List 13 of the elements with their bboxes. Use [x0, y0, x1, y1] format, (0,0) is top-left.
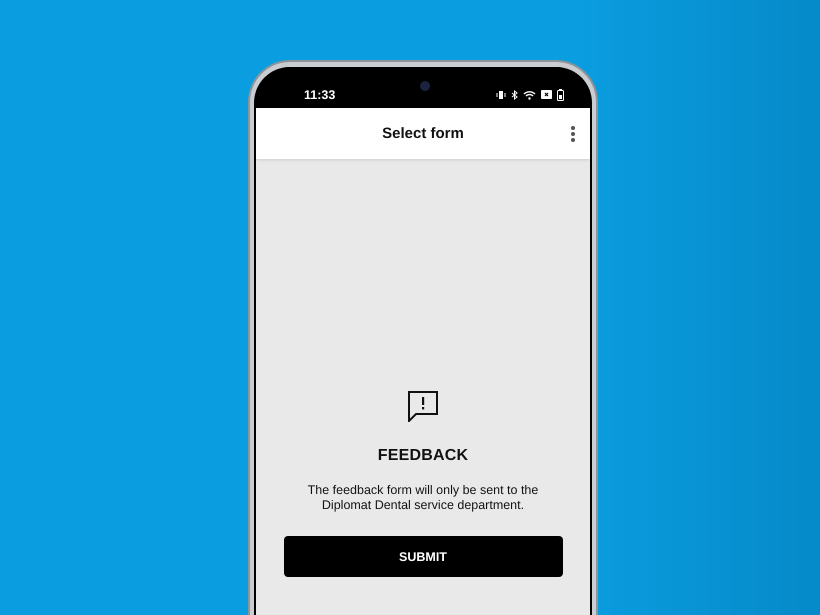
battery-icon: [557, 88, 564, 100]
camera-icon: [420, 81, 430, 91]
form-description: The feedback form will only be sent to the Diplomat Dental service department.: [306, 483, 540, 513]
vibrate-icon: [496, 90, 506, 100]
no-sim-icon: [541, 90, 552, 99]
alert-message-icon: [407, 390, 439, 422]
bluetooth-icon: [511, 90, 518, 100]
status-time: 11:33: [304, 88, 336, 102]
form-title: FEEDBACK: [378, 447, 468, 465]
wifi-icon: [523, 90, 536, 100]
more-menu-icon[interactable]: [568, 123, 578, 145]
app-bar-title: Select form: [382, 125, 464, 142]
submit-button[interactable]: SUBMIT: [284, 536, 562, 577]
